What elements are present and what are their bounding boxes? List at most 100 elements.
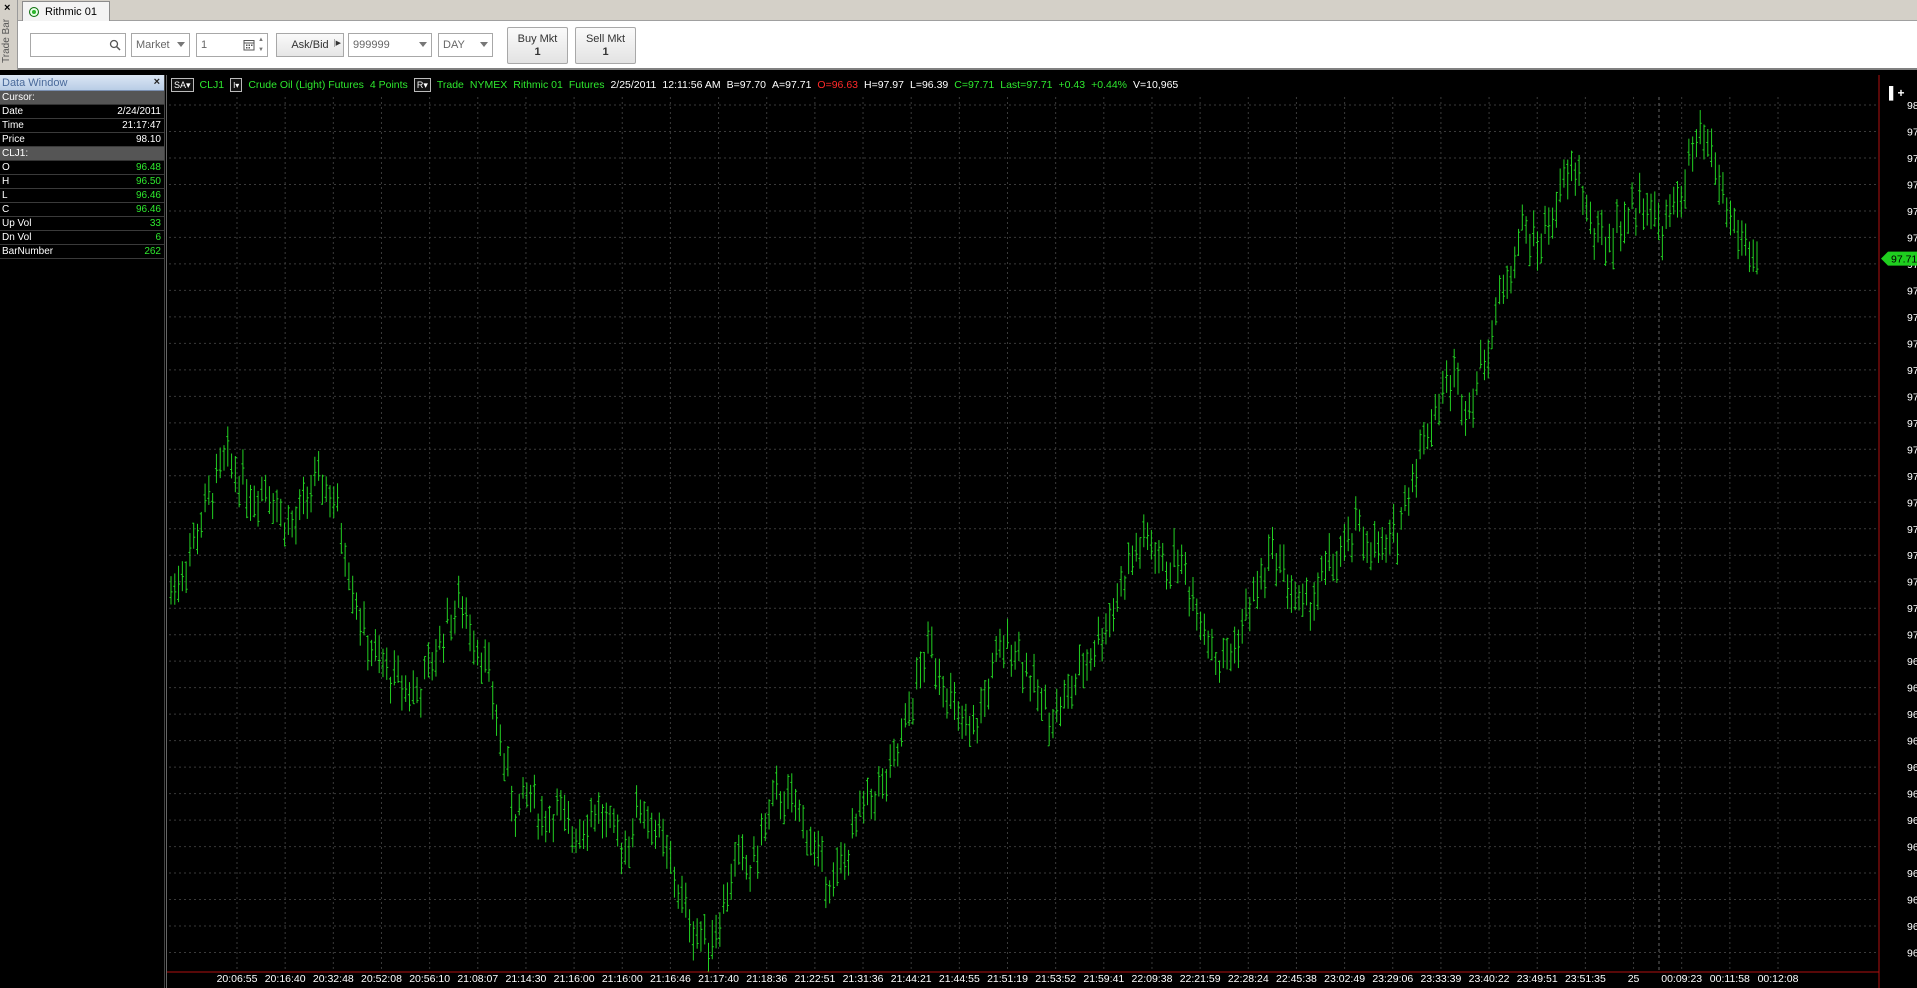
row-key: L (2, 190, 8, 201)
symbol-input[interactable] (30, 33, 126, 57)
price-mode-button[interactable]: Ask/Bid ▶ (276, 33, 344, 57)
x-tick-label: 21:22:51 (794, 973, 835, 985)
row-value: 262 (144, 246, 161, 257)
y-tick-label: 96.90 (1907, 683, 1917, 695)
y-tick-label: 96.40 (1907, 948, 1917, 960)
x-tick-label: 00:12:08 (1758, 973, 1799, 985)
order-type-select[interactable]: Market (131, 33, 190, 57)
y-tick-label: 97.60 (1907, 312, 1917, 324)
y-tick-label: 96.95 (1907, 656, 1917, 668)
x-tick-label: 21:16:00 (602, 973, 643, 985)
row-key: Dn Vol (2, 232, 32, 243)
data-window-title-bar[interactable]: Data Window × (0, 75, 164, 91)
x-tick-label: 21:53:52 (1035, 973, 1076, 985)
order-type-value: Market (136, 39, 170, 51)
y-tick-label: 97.65 (1907, 285, 1917, 297)
row-value: 33 (149, 218, 161, 229)
y-tick-label: 96.55 (1907, 868, 1917, 880)
tradebar-label: Trade Bar (1, 18, 12, 64)
x-tick-label: 21:16:46 (650, 973, 691, 985)
sell-market-qty: 1 (602, 45, 609, 58)
quantity-stepper[interactable]: 1 ▲ ▼ (196, 33, 268, 57)
y-tick-label: 96.85 (1907, 709, 1917, 721)
y-tick-label: 96.80 (1907, 736, 1917, 748)
data-window-row: L 96.46 (0, 189, 164, 203)
y-tick-label: 96.75 (1907, 762, 1917, 774)
y-tick-label: 96.60 (1907, 842, 1917, 854)
last-price-label: 97.71 (1891, 254, 1917, 266)
tab-rithmic-01[interactable]: Rithmic 01 (22, 1, 110, 21)
x-tick-label: 21:44:55 (939, 973, 980, 985)
y-tick-label: 96.45 (1907, 921, 1917, 933)
axis-menu-icon[interactable]: ▌+ (1889, 86, 1905, 101)
chart-canvas[interactable]: 98.0097.9597.9097.8597.8097.7597.7097.65… (167, 75, 1917, 988)
cursor-section-header: Cursor: (0, 91, 164, 105)
cursor-rows: Date 2/24/2011 Time 21:17:47 Price 98.10 (0, 105, 164, 147)
calendar-icon[interactable] (243, 39, 255, 51)
y-tick-label: 97.00 (1907, 630, 1917, 642)
y-tick-label: 97.80 (1907, 206, 1917, 218)
sell-market-button[interactable]: Sell Mkt 1 (575, 27, 636, 64)
data-window-row: Date 2/24/2011 (0, 105, 164, 119)
sell-market-label: Sell Mkt (585, 32, 626, 45)
row-key: Date (2, 106, 24, 117)
search-icon[interactable] (109, 39, 121, 51)
account-value: 999999 (353, 39, 390, 51)
tab-strip: Rithmic 01 (18, 0, 1917, 21)
x-tick-label: 23:33:39 (1420, 973, 1461, 985)
chevron-down-icon (419, 42, 427, 47)
x-tick-label: 21:59:41 (1083, 973, 1124, 985)
spin-down-icon[interactable]: ▼ (258, 46, 266, 55)
buy-market-label: Buy Mkt (517, 32, 558, 45)
buy-market-qty: 1 (534, 45, 541, 58)
row-value: 6 (155, 232, 161, 243)
account-select[interactable]: 999999 (348, 33, 432, 57)
data-window-row: Time 21:17:47 (0, 119, 164, 133)
row-key: Time (2, 120, 24, 131)
symbol-rows: O 96.48 H 96.50 L 96.46 C 96.46 Up Vol 33 Dn Vol 6 B… (0, 161, 164, 259)
y-tick-label: 97.30 (1907, 471, 1917, 483)
y-tick-label: 97.55 (1907, 338, 1917, 350)
close-icon[interactable]: × (154, 76, 160, 88)
row-value: 98.10 (135, 134, 161, 145)
y-tick-label: 97.05 (1907, 603, 1917, 615)
x-tick-label: 00:09:23 (1661, 973, 1702, 985)
x-tick-label: 22:21:59 (1180, 973, 1221, 985)
data-window-row: Price 98.10 (0, 133, 164, 147)
trade-toolbar: Market 1 ▲ ▼ Ask/Bid ▶ 999999 DAY Buy Mk… (18, 21, 1917, 70)
y-tick-label: 98.00 (1907, 100, 1917, 112)
price-chart[interactable]: SA ▾ CLJ1 I▾ Crude Oil (Light) Futures 4 … (166, 75, 1917, 988)
data-window-row: BarNumber 262 (0, 245, 164, 259)
x-tick-label: 21:16:00 (554, 973, 595, 985)
x-tick-label: 21:17:40 (698, 973, 739, 985)
x-tick-label: 21:44:21 (891, 973, 932, 985)
row-value: 21:17:47 (122, 120, 161, 131)
x-tick-label: 21:14:30 (506, 973, 547, 985)
x-tick-label: 22:28:24 (1228, 973, 1269, 985)
tradebar-close-icon[interactable]: × (4, 2, 10, 14)
x-tick-label: 20:56:10 (409, 973, 450, 985)
y-tick-label: 96.70 (1907, 789, 1917, 801)
y-tick-label: 97.35 (1907, 444, 1917, 456)
tif-select[interactable]: DAY (438, 33, 493, 57)
y-tick-label: 97.85 (1907, 179, 1917, 191)
y-tick-label: 97.25 (1907, 497, 1917, 509)
row-key: C (2, 204, 10, 215)
buy-market-button[interactable]: Buy Mkt 1 (507, 27, 568, 64)
price-mode-label: Ask/Bid (291, 39, 329, 51)
x-tick-label: 21:18:36 (746, 973, 787, 985)
y-tick-label: 97.40 (1907, 418, 1917, 430)
y-tick-label: 97.15 (1907, 550, 1917, 562)
symbol-section-header: CLJ1: (0, 147, 164, 161)
data-window-row: C 96.46 (0, 203, 164, 217)
x-tick-label: 21:08:07 (457, 973, 498, 985)
x-tick-label: 00:11:58 (1710, 973, 1750, 985)
row-key: O (2, 162, 10, 173)
data-window-row: O 96.48 (0, 161, 164, 175)
y-tick-label: 97.10 (1907, 577, 1917, 589)
x-tick-label: 20:52:08 (361, 973, 402, 985)
chevron-down-icon (177, 42, 185, 47)
data-window-row: Up Vol 33 (0, 217, 164, 231)
data-window-row: H 96.50 (0, 175, 164, 189)
spin-up-icon[interactable]: ▲ (258, 36, 266, 45)
